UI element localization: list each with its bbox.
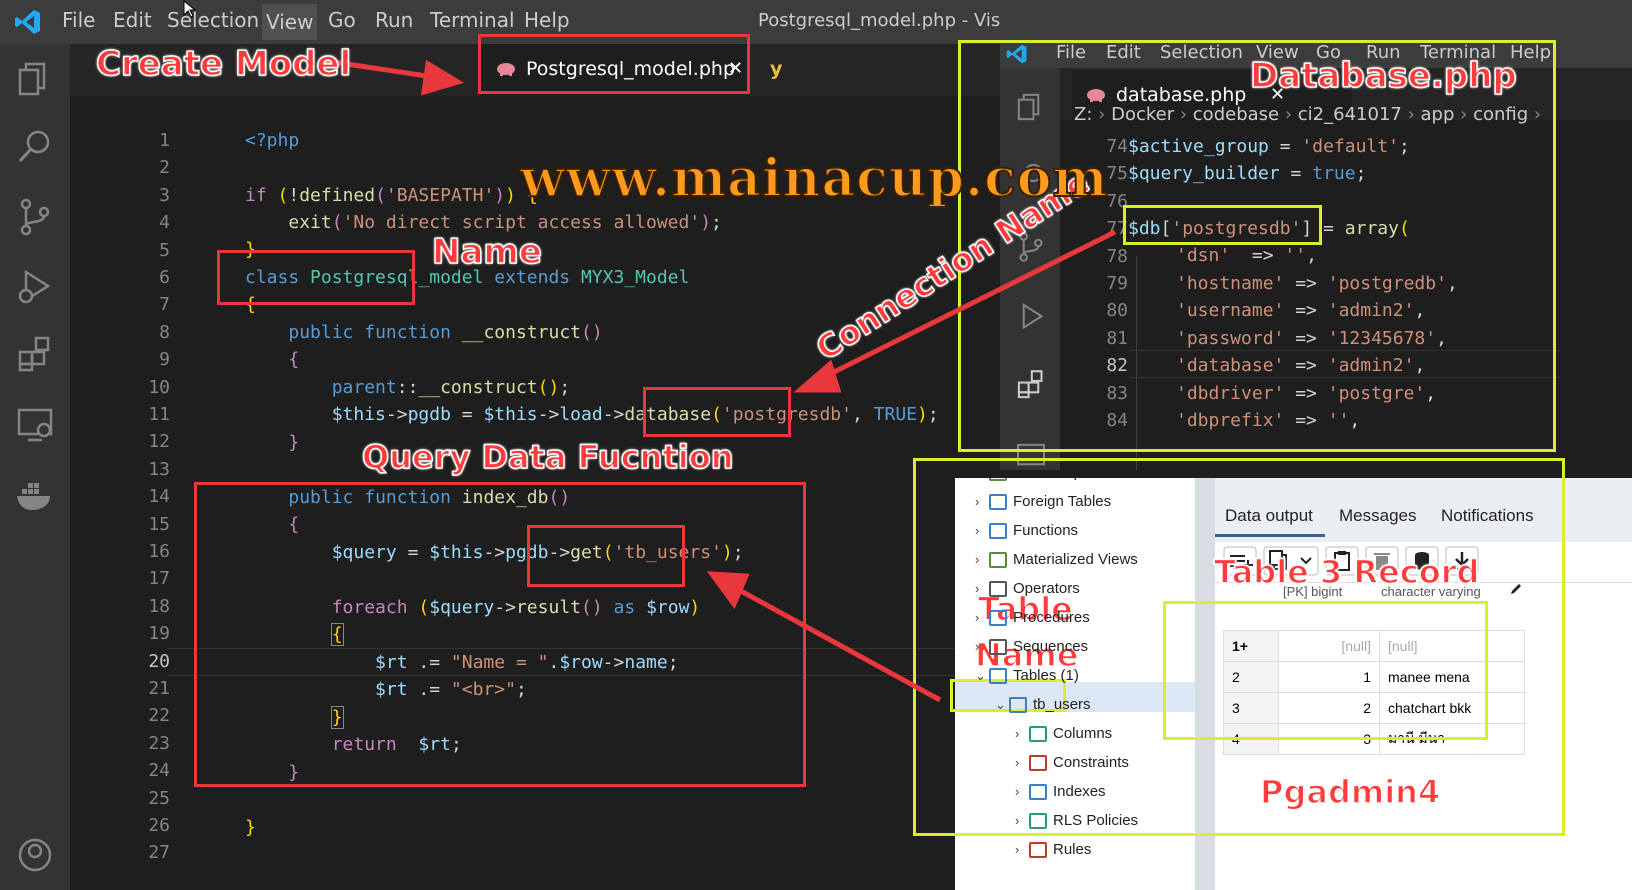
chevron-right-icon[interactable]: › <box>975 552 989 567</box>
chevron-right-icon[interactable]: › <box>1015 842 1029 857</box>
tree-item-indexes[interactable]: › Indexes <box>1015 783 1106 801</box>
indexes-icon <box>1029 784 1047 801</box>
tree-item-label: Rules <box>1053 841 1092 858</box>
tree-item-fts-templates[interactable]: › FTS Templates <box>975 478 1114 482</box>
chevron-down-icon[interactable]: ⌄ <box>995 697 1009 713</box>
columns-icon <box>1029 726 1047 743</box>
chevron-right-icon[interactable]: › <box>975 610 989 625</box>
tree-item-rules[interactable]: › Rules <box>1015 841 1092 859</box>
chevron-right-icon[interactable]: › <box>975 581 989 596</box>
annotation-query-data-function: Query Data Fucntion <box>361 437 734 477</box>
materialized-views-icon <box>989 552 1007 569</box>
tree-item-label: Functions <box>1013 522 1079 539</box>
chevron-right-icon[interactable]: › <box>975 478 989 480</box>
tree-item-columns[interactable]: › Columns <box>1015 725 1113 743</box>
tree-item-procedures[interactable]: › Procedures <box>975 609 1090 627</box>
chevron-right-icon[interactable]: › <box>1015 726 1029 741</box>
tree-item-label: Operators <box>1013 580 1080 597</box>
tree-item-label: Sequences <box>1013 638 1089 655</box>
annotation-database-php: Database.php <box>1249 55 1517 97</box>
tree-item-label: Columns <box>1053 725 1113 742</box>
chevron-right-icon[interactable]: › <box>1015 784 1029 799</box>
rules-icon <box>1029 842 1047 859</box>
foreign-tables-icon <box>989 494 1007 511</box>
chevron-right-icon[interactable]: › <box>1015 813 1029 828</box>
rls-policies-icon <box>1029 813 1047 830</box>
tree-item-constraints[interactable]: › Constraints <box>1015 754 1129 772</box>
fts-templates-icon <box>989 478 1007 482</box>
tree-item-tables-1[interactable]: ⌄ Tables (1) <box>975 667 1079 685</box>
tree-item-tb-users[interactable]: ⌄ tb_users <box>995 696 1091 714</box>
functions-icon <box>989 523 1007 540</box>
tree-item-label: Tables (1) <box>1013 667 1079 684</box>
tree-item-label: Foreign Tables <box>1013 493 1112 510</box>
table-icon <box>1009 697 1027 714</box>
constraints-icon <box>1029 755 1047 772</box>
annotation-name: Name <box>431 231 542 273</box>
tree-item-label: Indexes <box>1053 783 1106 800</box>
tree-item-sequences[interactable]: › Sequences <box>975 638 1089 656</box>
annotation-pgadmin4: Pgadmin4 <box>1259 772 1441 812</box>
annotation-create-model: Create Model <box>95 43 352 85</box>
watermark-text: www.mainacup.com <box>519 147 1109 210</box>
chevron-down-icon[interactable]: ⌄ <box>975 668 989 684</box>
tables-icon <box>989 668 1007 685</box>
sequences-icon <box>989 639 1007 656</box>
tree-item-materialized-views[interactable]: › Materialized Views <box>975 551 1138 569</box>
tree-item-foreign-tables[interactable]: › Foreign Tables <box>975 493 1112 511</box>
tree-item-label: Procedures <box>1013 609 1090 626</box>
tree-item-functions[interactable]: › Functions <box>975 522 1079 540</box>
tree-item-label: Materialized Views <box>1013 551 1138 568</box>
tree-item-operators[interactable]: › Operators <box>975 580 1080 598</box>
tree-item-label: Constraints <box>1053 754 1129 771</box>
tree-item-label: RLS Policies <box>1053 812 1139 829</box>
tree-item-rls-policies[interactable]: › RLS Policies <box>1015 812 1139 830</box>
tree-item-label: FTS Templates <box>1013 478 1114 481</box>
annotation-arrows <box>319 57 1117 703</box>
chevron-right-icon[interactable]: › <box>975 494 989 509</box>
chevron-right-icon[interactable]: › <box>1015 755 1029 770</box>
annotation-table-3-record: Table 3 Record <box>1213 552 1480 592</box>
procedures-icon <box>989 610 1007 627</box>
chevron-right-icon[interactable]: › <box>975 639 989 654</box>
operators-icon <box>989 581 1007 598</box>
chevron-right-icon[interactable]: › <box>975 523 989 538</box>
tree-item-label: tb_users <box>1033 696 1091 713</box>
